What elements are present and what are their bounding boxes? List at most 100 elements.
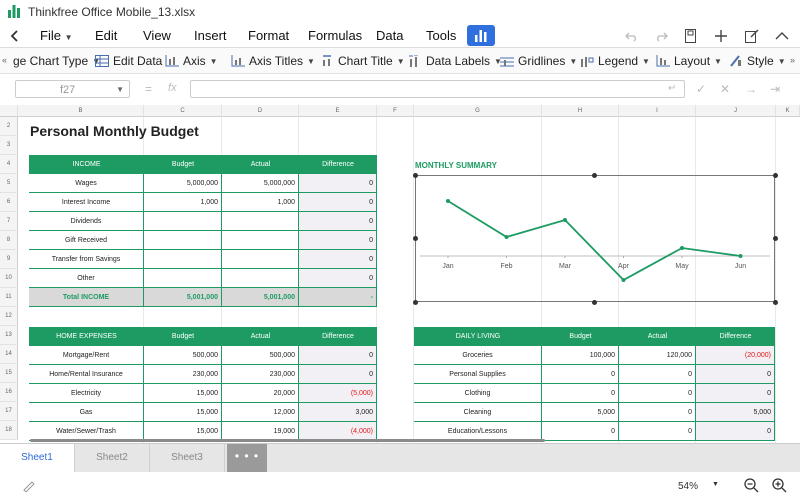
table-cell[interactable]: 0 — [299, 212, 377, 231]
table-cell[interactable]: 0 — [619, 422, 696, 441]
spreadsheet-grid[interactable]: B C D E F G H I J K 2 3 4 5 6 7 8 9 10 11 12 13 14 15… — [0, 105, 800, 443]
table-cell[interactable]: 230,000 — [144, 365, 222, 384]
table-cell[interactable]: 0 — [299, 174, 377, 193]
income-header-budget[interactable]: Budget — [144, 155, 222, 174]
total-cell[interactable]: - — [299, 288, 377, 307]
horizontal-scrollbar[interactable] — [30, 439, 545, 442]
table-cell[interactable]: Mortgage/Rent — [29, 346, 144, 365]
legend-button[interactable]: Legend ▼ — [580, 54, 650, 68]
axis-titles-button[interactable]: Axis Titles ▼ — [231, 54, 315, 68]
table-cell[interactable]: 0 — [542, 365, 619, 384]
collapse-icon[interactable] — [775, 31, 789, 40]
table-cell[interactable]: Personal Supplies — [414, 365, 542, 384]
column-header[interactable]: F — [377, 105, 414, 117]
zoom-out-icon[interactable] — [744, 478, 759, 493]
edit-data-button[interactable]: Edit Data — [95, 54, 162, 68]
gridlines-button[interactable]: Gridlines ▼ — [500, 54, 577, 68]
total-cell[interactable]: Total INCOME — [29, 288, 144, 307]
daily-header-label[interactable]: DAILY LIVING — [414, 327, 542, 346]
column-header[interactable]: I — [619, 105, 696, 117]
table-cell[interactable]: 15,000 — [144, 384, 222, 403]
menu-insert[interactable]: Insert — [194, 28, 227, 43]
total-cell[interactable]: 5,001,000 — [144, 288, 222, 307]
menu-format[interactable]: Format — [248, 28, 289, 43]
table-cell[interactable]: 3,000 — [299, 403, 377, 422]
table-cell[interactable]: 0 — [299, 250, 377, 269]
cell-reference-box[interactable]: f27 ▼ — [15, 80, 130, 98]
table-cell[interactable]: Groceries — [414, 346, 542, 365]
cancel-icon[interactable]: ✕ — [720, 82, 730, 96]
chart-tab-button[interactable] — [467, 25, 495, 46]
table-cell[interactable]: 0 — [696, 365, 775, 384]
data-point[interactable] — [563, 218, 567, 222]
table-cell[interactable] — [144, 231, 222, 250]
data-labels-button[interactable]: Data Labels ▼ — [408, 54, 502, 68]
table-cell[interactable]: 0 — [619, 403, 696, 422]
table-cell[interactable]: 100,000 — [542, 346, 619, 365]
row-header[interactable]: 9 — [0, 250, 18, 269]
resize-handle[interactable] — [413, 173, 418, 178]
table-cell[interactable]: (5,000) — [299, 384, 377, 403]
menu-view[interactable]: View — [143, 28, 171, 43]
table-cell[interactable] — [144, 269, 222, 288]
resize-handle[interactable] — [592, 173, 597, 178]
monthly-summary-title[interactable]: MONTHLY SUMMARY — [415, 161, 497, 170]
table-cell[interactable] — [222, 250, 299, 269]
row-header[interactable]: 15 — [0, 364, 18, 383]
row-header[interactable]: 6 — [0, 193, 18, 212]
table-cell[interactable]: Other — [29, 269, 144, 288]
table-cell[interactable] — [144, 250, 222, 269]
sheet-tab-1[interactable]: Sheet1 — [0, 444, 75, 472]
scroll-right-icon[interactable]: » — [790, 55, 795, 65]
column-header[interactable]: D — [222, 105, 299, 117]
chart-type-button[interactable]: ge Chart Type ▼ — [13, 54, 100, 68]
resize-handle[interactable] — [773, 300, 778, 305]
table-cell[interactable]: 0 — [299, 365, 377, 384]
daily-header-budget[interactable]: Budget — [542, 327, 619, 346]
column-header[interactable]: G — [414, 105, 542, 117]
row-header[interactable]: 12 — [0, 307, 18, 326]
add-icon[interactable] — [714, 29, 728, 43]
edit-icon[interactable] — [745, 29, 759, 43]
table-cell[interactable]: 5,000,000 — [222, 174, 299, 193]
table-cell[interactable]: 0 — [299, 346, 377, 365]
table-cell[interactable]: Transfer from Savings — [29, 250, 144, 269]
home-header-budget[interactable]: Budget — [144, 327, 222, 346]
table-cell[interactable] — [222, 269, 299, 288]
tab-icon[interactable]: ⇥ — [770, 82, 780, 96]
equals-icon[interactable]: = — [145, 82, 152, 96]
sheet-title[interactable]: Personal Monthly Budget — [30, 123, 199, 139]
row-header[interactable]: 10 — [0, 269, 18, 288]
income-header-difference[interactable]: Difference — [299, 155, 377, 174]
table-cell[interactable]: Cleaning — [414, 403, 542, 422]
home-header-label[interactable]: HOME EXPENSES — [29, 327, 144, 346]
daily-header-difference[interactable]: Difference — [696, 327, 775, 346]
column-header[interactable]: B — [18, 105, 144, 117]
daily-header-actual[interactable]: Actual — [619, 327, 696, 346]
table-cell[interactable]: 0 — [299, 193, 377, 212]
table-cell[interactable]: Wages — [29, 174, 144, 193]
zoom-in-icon[interactable] — [772, 478, 787, 493]
row-header[interactable]: 13 — [0, 326, 18, 345]
next-cell-icon[interactable]: → — [745, 82, 757, 96]
table-cell[interactable]: 0 — [696, 384, 775, 403]
chart-selection-box[interactable]: Jan Feb Mar Apr May Jun — [415, 175, 775, 302]
undo-icon[interactable] — [625, 30, 638, 42]
table-cell[interactable]: 120,000 — [619, 346, 696, 365]
pen-icon[interactable] — [22, 478, 36, 492]
row-header[interactable]: 7 — [0, 212, 18, 231]
row-header[interactable]: 14 — [0, 345, 18, 364]
axis-button[interactable]: Axis ▼ — [165, 54, 218, 68]
table-cell[interactable]: 0 — [542, 422, 619, 441]
select-all-corner[interactable] — [0, 105, 18, 117]
zoom-dropdown-icon[interactable]: ▼ — [712, 481, 719, 488]
table-cell[interactable]: 5,000 — [542, 403, 619, 422]
row-header[interactable]: 11 — [0, 288, 18, 307]
resize-handle[interactable] — [413, 236, 418, 241]
scroll-left-icon[interactable]: « — [2, 55, 7, 65]
function-icon[interactable]: fx — [168, 82, 177, 94]
formula-input[interactable] — [190, 80, 685, 98]
table-cell[interactable]: Dividends — [29, 212, 144, 231]
table-cell[interactable]: 1,000 — [222, 193, 299, 212]
line-chart[interactable]: Jan Feb Mar Apr May Jun — [416, 176, 774, 301]
